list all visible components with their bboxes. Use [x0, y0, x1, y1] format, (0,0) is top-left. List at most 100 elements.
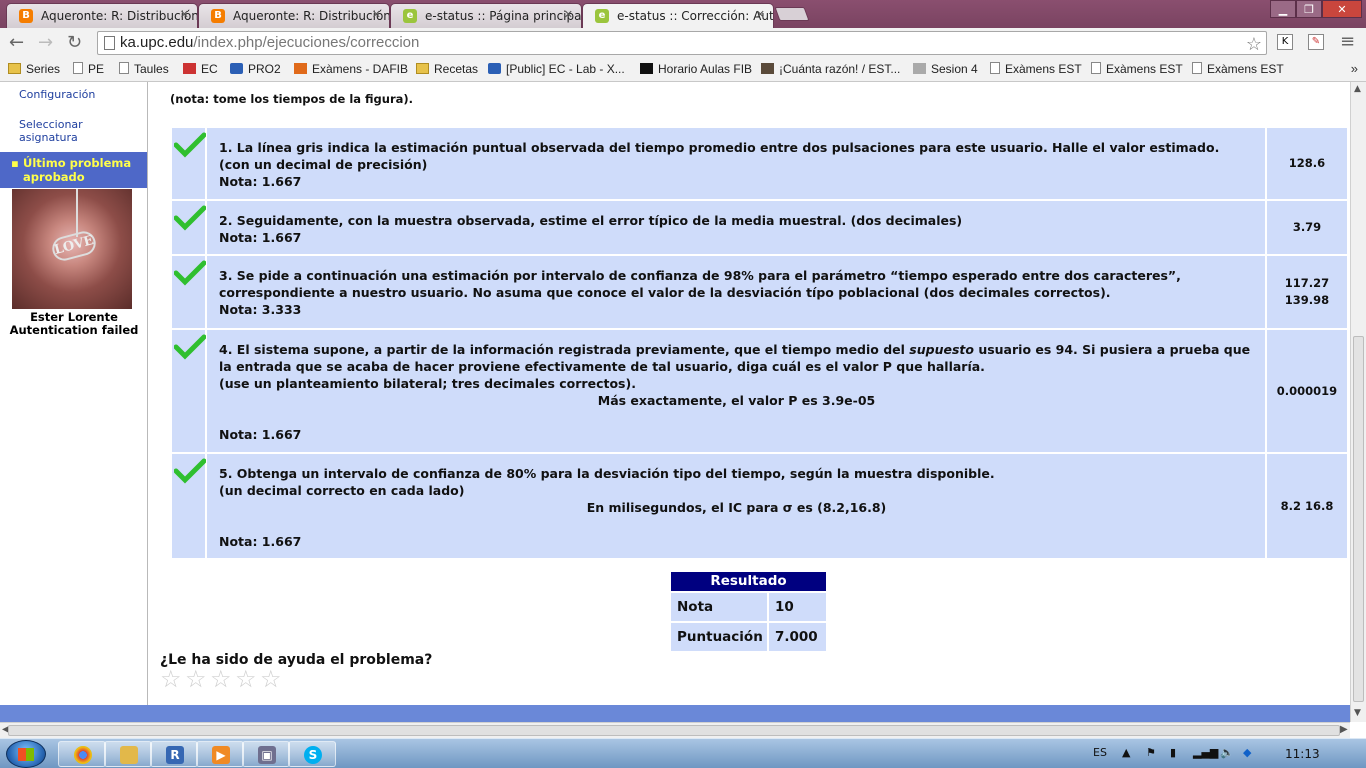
browser-titlebar: B Aqueronte: R: Distribución ✕ B Aqueron… — [0, 0, 1366, 28]
question-text: 3. Se pide a continuación una estimación… — [219, 267, 1254, 318]
question-text: 1. La línea gris indica la estimación pu… — [219, 139, 1254, 190]
extension-pen-icon[interactable]: ✎ — [1308, 34, 1324, 50]
taskbar-r[interactable]: R — [150, 741, 198, 767]
tab-title: Aqueronte: R: Distribución — [41, 9, 198, 23]
taskbar-chrome[interactable] — [58, 741, 106, 767]
scroll-up-icon[interactable]: ▲ — [1354, 84, 1361, 94]
result-value: 7.000 — [769, 623, 826, 651]
taskbar-media-player[interactable]: ▶ — [196, 741, 244, 767]
result-label: Nota — [671, 593, 767, 621]
answer-cell: 8.2 16.8 — [1265, 454, 1347, 558]
close-icon[interactable]: ✕ — [180, 8, 189, 21]
taskbar: R ▶ ▣ S ES ▲ ⚑ ▮ ▂▄▆ 🔈 ◆ 11:13 — [0, 738, 1366, 768]
rating-star-4[interactable]: ☆ — [235, 667, 257, 691]
rating-star-1[interactable]: ☆ — [160, 667, 182, 691]
question-grade: Nota: 1.667 — [219, 174, 302, 189]
bookmark-item[interactable]: PE — [73, 62, 104, 76]
language-indicator[interactable]: ES — [1093, 746, 1107, 759]
taskbar-skype[interactable]: S — [288, 741, 336, 767]
dropbox-icon[interactable]: ◆ — [1243, 746, 1251, 759]
close-icon[interactable]: ✕ — [372, 8, 381, 21]
bookmark-item[interactable]: ¡Cuánta razón! / EST... — [761, 62, 900, 76]
battery-icon[interactable]: ▮ — [1170, 746, 1176, 759]
sidebar-item-ultimo-problema[interactable]: ▪ Último problema aprobado — [0, 152, 147, 188]
moodle-icon — [294, 63, 307, 74]
tab-3[interactable]: e e-status :: Página principal ✕ — [390, 3, 582, 28]
result-header: Resultado — [671, 572, 826, 591]
rating-star-5[interactable]: ☆ — [260, 667, 282, 691]
forward-icon[interactable]: → — [38, 32, 53, 53]
rating-star-3[interactable]: ☆ — [210, 667, 232, 691]
bookmark-item[interactable]: Taules — [119, 62, 169, 76]
checkmark-icon — [174, 260, 206, 286]
result-label: Puntuación — [671, 623, 767, 651]
bookmark-item[interactable]: EC — [183, 62, 218, 76]
bookmark-star-icon[interactable]: ☆ — [1246, 32, 1262, 56]
auth-status: Autentication failed — [9, 323, 139, 337]
bookmark-item[interactable]: Exàmens EST — [1091, 62, 1183, 76]
scroll-thumb[interactable] — [8, 725, 1340, 736]
vertical-scrollbar[interactable]: ▲ ▼ — [1350, 82, 1366, 722]
question-grade: Nota: 1.667 — [219, 427, 302, 442]
restore-button[interactable]: ❐ — [1296, 0, 1322, 18]
reload-icon[interactable]: ↻ — [67, 32, 82, 53]
page-icon — [990, 62, 1000, 74]
question-grade: Nota: 1.667 — [219, 534, 302, 549]
sidebar-item-configuracion[interactable]: Configuración — [19, 88, 95, 101]
scroll-right-icon[interactable]: ▶ — [1340, 724, 1348, 735]
taskbar-virtualbox[interactable]: ▣ — [242, 741, 290, 767]
result-value: 10 — [769, 593, 826, 621]
scroll-thumb[interactable] — [1353, 336, 1364, 702]
action-center-icon[interactable]: ⚑ — [1146, 746, 1156, 759]
page-icon — [73, 62, 83, 74]
extension-k-icon[interactable]: K — [1277, 34, 1293, 50]
bookmark-item[interactable]: Horario Aulas FIB — [640, 62, 752, 76]
close-icon[interactable]: ✕ — [564, 8, 573, 21]
rating-star-2[interactable]: ☆ — [185, 667, 207, 691]
bookmark-item[interactable]: Exàmens - DAFIB — [294, 62, 408, 76]
bookmark-item[interactable]: Sesion 4 — [913, 62, 978, 76]
sidebar-item-seleccionar-asignatura[interactable]: Seleccionar asignatura — [19, 118, 99, 144]
taskbar-explorer[interactable] — [104, 741, 152, 767]
info-icon — [640, 63, 653, 74]
tab-1[interactable]: B Aqueronte: R: Distribución ✕ — [6, 3, 198, 28]
bookmark-item[interactable]: PRO2 — [230, 62, 281, 76]
tab-4[interactable]: e e-status :: Corrección: Aute ✕ — [582, 3, 774, 28]
check-cell — [172, 454, 207, 558]
bookmarks-overflow-button[interactable]: » — [1351, 61, 1358, 76]
bookmark-item[interactable]: Recetas — [416, 62, 478, 76]
bookmark-item[interactable]: Series — [8, 62, 60, 76]
estatus-icon: e — [595, 9, 609, 23]
start-button[interactable] — [6, 740, 46, 768]
explorer-icon — [120, 746, 138, 764]
grid-icon — [913, 63, 926, 74]
avatar: LOVE — [12, 189, 132, 309]
page-icon — [1192, 62, 1202, 74]
menu-icon[interactable]: ≡ — [1340, 31, 1355, 52]
tab-title: e-status :: Página principal — [425, 9, 582, 23]
back-icon[interactable]: ← — [9, 32, 24, 53]
tray-expand-icon[interactable]: ▲ — [1122, 746, 1130, 759]
scroll-down-icon[interactable]: ▼ — [1354, 708, 1361, 718]
network-icon[interactable]: ▂▄▆ — [1193, 746, 1218, 759]
bookmark-item[interactable]: Exàmens EST — [1192, 62, 1284, 76]
bookmark-item[interactable]: Exàmens EST — [990, 62, 1082, 76]
globe-icon — [230, 63, 243, 74]
question-row: 5. Obtenga un intervalo de confianza de … — [172, 454, 1347, 558]
volume-icon[interactable]: 🔈 — [1220, 746, 1234, 759]
url-host: ka.upc.edu — [120, 34, 194, 51]
page-icon — [119, 62, 129, 74]
bookmark-item[interactable]: [Public] EC - Lab - X... — [488, 62, 625, 76]
address-bar[interactable]: ka.upc.edu/index.php/ejecuciones/correcc… — [97, 31, 1267, 55]
minimize-button[interactable]: ▁ — [1270, 0, 1296, 18]
question-row: 1. La línea gris indica la estimación pu… — [172, 128, 1347, 199]
horizontal-scrollbar[interactable]: ◀ ▶ — [0, 722, 1350, 738]
new-tab-button[interactable] — [774, 7, 810, 21]
clock[interactable]: 11:13 — [1285, 747, 1320, 761]
page-icon — [1091, 62, 1101, 74]
answer-cell: 3.79 — [1265, 201, 1347, 254]
tab-2[interactable]: B Aqueronte: R: Distribución ✕ — [198, 3, 390, 28]
close-window-button[interactable]: ✕ — [1322, 0, 1362, 18]
avatar-chain — [76, 189, 78, 237]
close-icon[interactable]: ✕ — [756, 8, 765, 21]
